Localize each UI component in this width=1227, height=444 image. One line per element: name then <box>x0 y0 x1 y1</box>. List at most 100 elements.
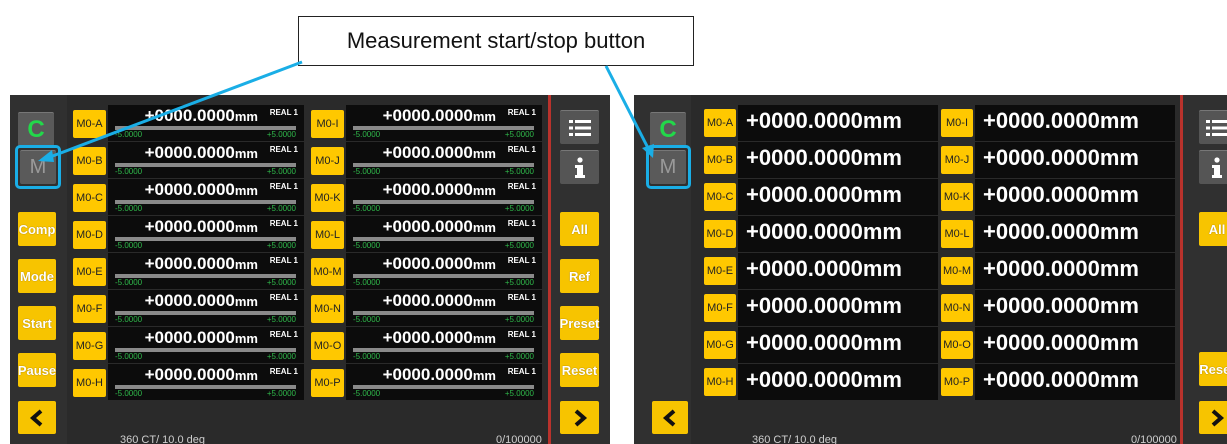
measurement-value: +0000.0000mm <box>746 293 902 318</box>
range-high: +5.0000 <box>504 389 534 398</box>
menu-button[interactable] <box>560 110 599 144</box>
channel-button[interactable]: M0-J <box>311 147 344 175</box>
channel-button[interactable]: M0-E <box>73 258 106 286</box>
mode-tag: REAL 1 <box>507 145 536 154</box>
prev-page-button[interactable] <box>18 401 56 434</box>
range-low: -5.0000 <box>115 389 143 398</box>
channel-button[interactable]: M0-B <box>704 146 736 174</box>
channel-button[interactable]: M0-N <box>311 295 344 323</box>
prev-page-button[interactable] <box>652 401 688 434</box>
next-page-button[interactable] <box>560 401 599 434</box>
channel-button[interactable]: M0-J <box>941 146 973 174</box>
mode-tag: REAL 1 <box>507 219 536 228</box>
channel-button[interactable]: M0-H <box>704 368 736 396</box>
channel-button[interactable]: M0-H <box>73 369 106 397</box>
measurement-value: +0000.0000mm <box>144 180 258 199</box>
measurement-readout: +0000.0000mm REAL 1 -5.0000 +5.0000 <box>108 253 304 289</box>
measurement-readout: +0000.0000mm REAL 1 -5.0000 +5.0000 <box>108 290 304 326</box>
channel-button[interactable]: M0-B <box>73 147 106 175</box>
menu-button[interactable] <box>1199 110 1227 144</box>
c-button[interactable]: C <box>18 112 54 146</box>
channel-button[interactable]: M0-A <box>73 110 106 138</box>
side-button-pause[interactable]: Pause <box>18 353 56 387</box>
chevron-right-icon <box>574 408 587 427</box>
measurement-readout: +0000.0000mm <box>975 253 1175 289</box>
side-button-comp[interactable]: Comp <box>18 212 56 246</box>
reset-button[interactable]: Reset <box>560 353 599 387</box>
channel-button[interactable]: M0-C <box>704 183 736 211</box>
measurement-value: +0000.0000mm <box>144 291 258 310</box>
all-button[interactable]: All <box>1199 212 1227 246</box>
channel-button[interactable]: M0-G <box>73 332 106 360</box>
channel-button[interactable]: M0-C <box>73 184 106 212</box>
measurement-readout: +0000.0000mm REAL 1 -5.0000 +5.0000 <box>346 364 542 400</box>
range-high: +5.0000 <box>266 130 296 139</box>
c-button[interactable]: C <box>650 112 686 146</box>
channel-button[interactable]: M0-N <box>941 294 973 322</box>
mode-tag: REAL 1 <box>507 256 536 265</box>
measurement-readout: +0000.0000mm <box>975 142 1175 178</box>
channel-button[interactable]: M0-P <box>941 368 973 396</box>
measurement-value: +0000.0000mm <box>144 106 258 125</box>
measurement-readout: +0000.0000mm <box>975 327 1175 363</box>
channel-button[interactable]: M0-F <box>704 294 736 322</box>
channel-button[interactable]: M0-D <box>73 221 106 249</box>
measurement-readout: +0000.0000mm <box>738 179 938 215</box>
chevron-right-icon <box>1211 408 1225 427</box>
measurement-value: +0000.0000mm <box>983 145 1139 170</box>
side-button-mode[interactable]: Mode <box>18 259 56 293</box>
channel-button[interactable]: M0-F <box>73 295 106 323</box>
channel-button[interactable]: M0-A <box>704 109 736 137</box>
preset-button[interactable]: Preset <box>560 306 599 340</box>
info-button[interactable] <box>1199 150 1227 184</box>
measurement-value: +0000.0000mm <box>746 219 902 244</box>
range-high: +5.0000 <box>266 204 296 213</box>
channel-button[interactable]: M0-I <box>941 109 973 137</box>
measurement-readout: +0000.0000mm REAL 1 -5.0000 +5.0000 <box>346 142 542 178</box>
measurement-value: +0000.0000mm <box>983 330 1139 355</box>
channel-button[interactable]: M0-L <box>311 221 344 249</box>
next-page-button[interactable] <box>1199 401 1227 434</box>
channel-button[interactable]: M0-O <box>311 332 344 360</box>
side-button-start[interactable]: Start <box>18 306 56 340</box>
channel-button[interactable]: M0-K <box>941 183 973 211</box>
mode-tag: REAL 1 <box>269 330 298 339</box>
measurement-value: +0000.0000mm <box>983 256 1139 281</box>
measurement-value: +0000.0000mm <box>746 367 902 392</box>
channel-button[interactable]: M0-E <box>704 257 736 285</box>
left-sidebar: C M <box>634 95 691 444</box>
channel-button[interactable]: M0-G <box>704 331 736 359</box>
range-high: +5.0000 <box>266 389 296 398</box>
measurement-value: +0000.0000mm <box>144 143 258 162</box>
range-high: +5.0000 <box>504 315 534 324</box>
mode-tag: REAL 1 <box>269 145 298 154</box>
channel-button[interactable]: M0-M <box>941 257 973 285</box>
reset-button[interactable]: Reset <box>1199 352 1227 386</box>
channel-button[interactable]: M0-M <box>311 258 344 286</box>
channel-button[interactable]: M0-K <box>311 184 344 212</box>
info-button[interactable] <box>560 150 599 184</box>
channel-button[interactable]: M0-L <box>941 220 973 248</box>
measurement-readout: +0000.0000mm <box>975 290 1175 326</box>
measurement-value: +0000.0000mm <box>746 145 902 170</box>
footer-count: 0/100000 <box>1131 434 1177 444</box>
mode-tag: REAL 1 <box>269 108 298 117</box>
ref-button[interactable]: Ref <box>560 259 599 293</box>
measurement-readout: +0000.0000mm <box>738 364 938 400</box>
measurement-value: +0000.0000mm <box>746 182 902 207</box>
channel-button[interactable]: M0-I <box>311 110 344 138</box>
channel-button[interactable]: M0-P <box>311 369 344 397</box>
measurement-value: +0000.0000mm <box>983 219 1139 244</box>
measurement-value: +0000.0000mm <box>983 182 1139 207</box>
left-sidebar: C M Comp Mode Start Pause <box>10 95 67 444</box>
channel-button[interactable]: M0-O <box>941 331 973 359</box>
footer-status: 360 CT/ 10.0 deg <box>752 434 838 444</box>
measurement-value: +0000.0000mm <box>144 328 258 347</box>
measurement-readout: +0000.0000mm REAL 1 -5.0000 +5.0000 <box>108 179 304 215</box>
measurement-value: +0000.0000mm <box>144 365 258 384</box>
all-button[interactable]: All <box>560 212 599 246</box>
range-low: -5.0000 <box>115 130 143 139</box>
channel-button[interactable]: M0-D <box>704 220 736 248</box>
measurement-value: +0000.0000mm <box>983 293 1139 318</box>
mode-tag: REAL 1 <box>507 182 536 191</box>
